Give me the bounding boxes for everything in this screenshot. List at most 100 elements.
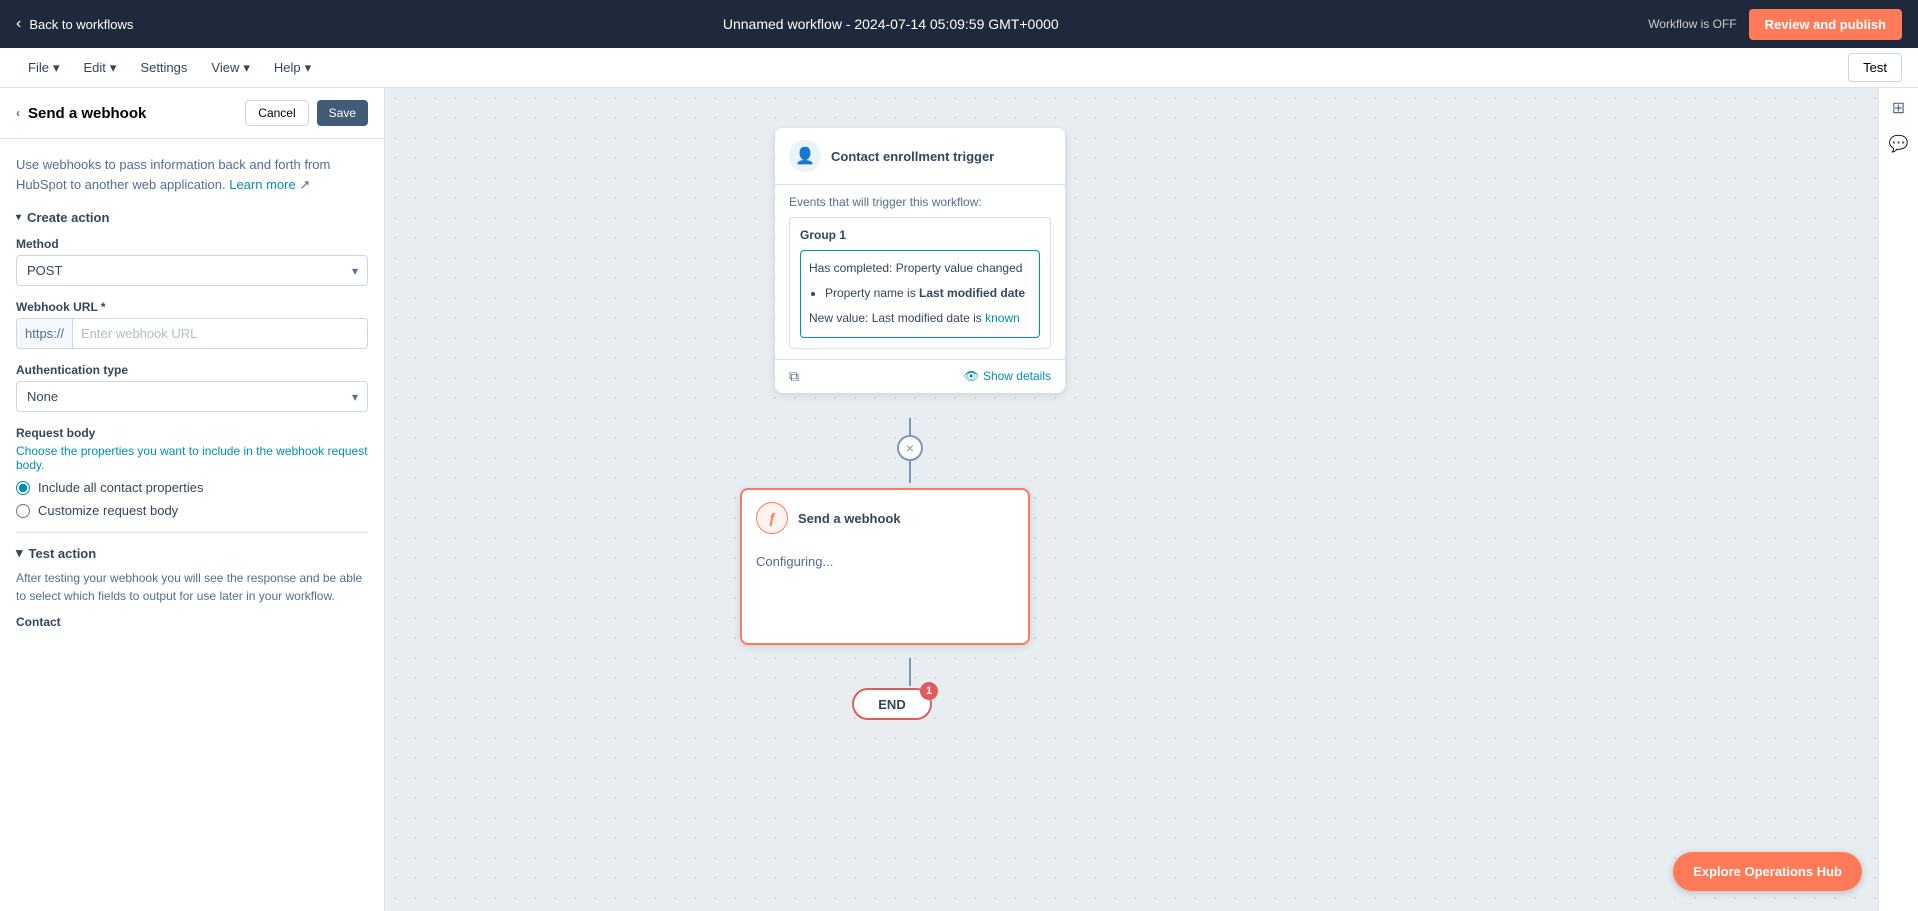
trigger-subtitle: Events that will trigger this workflow: xyxy=(789,195,1051,209)
show-details-button[interactable]: 👁 Show details xyxy=(964,369,1051,383)
help-label: Help xyxy=(274,60,301,75)
back-to-workflows-btn[interactable]: ‹ Back to workflows xyxy=(16,15,133,33)
action-node-body: Configuring... xyxy=(742,546,1028,643)
test-action-label: Test action xyxy=(29,546,97,561)
edit-label: Edit xyxy=(83,60,105,75)
workflow-canvas[interactable]: 👤 Contact enrollment trigger Events that… xyxy=(385,88,1918,911)
new-value-text: New value: Last modified date is known xyxy=(809,309,1031,328)
end-label: END xyxy=(878,697,905,712)
workflow-status: Workflow is OFF xyxy=(1648,17,1736,31)
request-body-label: Request body xyxy=(16,426,368,440)
right-sidebar: ⊞ 💬 xyxy=(1878,88,1918,911)
file-label: File xyxy=(28,60,49,75)
webhook-url-label: Webhook URL * xyxy=(16,300,368,314)
condition-title: Has completed: Property value changed xyxy=(809,259,1031,278)
trigger-node-footer: ⧉ 👁 Show details xyxy=(775,359,1065,393)
trigger-node[interactable]: 👤 Contact enrollment trigger Events that… xyxy=(775,128,1065,393)
panel-chevron-icon: ‹ xyxy=(16,106,20,120)
condition-box: Has completed: Property value changed Pr… xyxy=(800,250,1040,338)
svg-text:×: × xyxy=(906,440,914,456)
action-node-icon: ƒ xyxy=(756,502,788,534)
end-badge: 1 xyxy=(920,682,938,700)
end-node[interactable]: END 1 xyxy=(852,688,932,720)
trigger-node-icon: 👤 xyxy=(789,140,821,172)
trigger-group-box: Group 1 Has completed: Property value ch… xyxy=(789,217,1051,349)
nav-help[interactable]: Help ▾ xyxy=(262,48,323,88)
method-label: Method xyxy=(16,237,368,251)
webhook-url-input[interactable] xyxy=(73,319,367,348)
new-value-label: New value: Last modified date is xyxy=(809,311,985,325)
copy-icon[interactable]: ⧉ xyxy=(789,368,799,385)
view-label: View xyxy=(211,60,239,75)
panel-actions: Cancel Save xyxy=(245,100,368,126)
panel-header: ‹ Send a webhook Cancel Save xyxy=(0,88,384,139)
help-chevron-icon: ▾ xyxy=(305,60,312,76)
auth-type-group: Authentication type None API Key Bearer … xyxy=(16,363,368,412)
request-body-section: Request body Choose the properties you w… xyxy=(16,426,368,518)
test-action-chevron-icon: ▾ xyxy=(16,545,23,561)
configuring-text: Configuring... xyxy=(756,554,1014,569)
nav-file[interactable]: File ▾ xyxy=(16,48,71,88)
grid-icon[interactable]: ⊞ xyxy=(1892,98,1905,118)
method-select[interactable]: POST GET PUT DELETE xyxy=(16,255,368,286)
workflow-title: Unnamed workflow - 2024-07-14 05:09:59 G… xyxy=(723,16,1059,32)
learn-more-link[interactable]: Learn more xyxy=(229,177,295,192)
nav-settings[interactable]: Settings xyxy=(128,48,199,88)
eye-icon: 👁 xyxy=(964,369,979,383)
radio-all-label: Include all contact properties xyxy=(38,480,203,495)
radio-all-properties[interactable]: Include all contact properties xyxy=(16,480,368,495)
radio-customize[interactable]: Customize request body xyxy=(16,503,368,518)
panel-title: ‹ Send a webhook xyxy=(16,105,146,122)
radio-customize-label: Customize request body xyxy=(38,503,178,518)
auth-type-select[interactable]: None API Key Bearer Token xyxy=(16,381,368,412)
panel-title-text: Send a webhook xyxy=(28,105,146,122)
method-select-wrapper: POST GET PUT DELETE ▾ xyxy=(16,255,368,286)
save-button[interactable]: Save xyxy=(317,100,368,126)
condition-key: Property name xyxy=(825,286,904,300)
settings-label: Settings xyxy=(140,60,187,75)
edit-chevron-icon: ▾ xyxy=(110,60,117,76)
show-details-label: Show details xyxy=(983,369,1051,383)
auth-type-select-wrapper: None API Key Bearer Token ▾ xyxy=(16,381,368,412)
trigger-node-body: Events that will trigger this workflow: … xyxy=(775,185,1065,359)
top-nav-right: Workflow is OFF Review and publish xyxy=(1648,9,1902,40)
left-panel: ‹ Send a webhook Cancel Save Use webhook… xyxy=(0,88,385,911)
radio-customize-input[interactable] xyxy=(16,504,30,518)
webhook-url-group: Webhook URL * https:// xyxy=(16,300,368,349)
external-link-icon: ↗ xyxy=(299,177,310,192)
trigger-node-header: 👤 Contact enrollment trigger xyxy=(775,128,1065,185)
group-label: Group 1 xyxy=(800,228,1040,242)
contact-label: Contact xyxy=(16,615,368,629)
condition-item: Property name is Last modified date xyxy=(825,284,1031,303)
chat-icon[interactable]: 💬 xyxy=(1889,134,1909,154)
explore-operations-hub-button[interactable]: Explore Operations Hub xyxy=(1673,852,1862,891)
request-body-desc: Choose the properties you want to includ… xyxy=(16,444,368,472)
nav-edit[interactable]: Edit ▾ xyxy=(71,48,128,88)
test-action-header[interactable]: ▾ Test action xyxy=(16,545,368,561)
panel-scroll: Use webhooks to pass information back an… xyxy=(0,139,384,911)
section-divider xyxy=(16,532,368,533)
create-action-label: Create action xyxy=(27,210,109,225)
auth-type-label: Authentication type xyxy=(16,363,368,377)
create-action-chevron-icon: ▾ xyxy=(16,212,21,223)
radio-all-input[interactable] xyxy=(16,481,30,495)
condition-op: is xyxy=(907,286,919,300)
create-action-section-header[interactable]: ▾ Create action xyxy=(16,210,368,225)
action-node[interactable]: ƒ Send a webhook Configuring... xyxy=(740,488,1030,645)
main-layout: ‹ Send a webhook Cancel Save Use webhook… xyxy=(0,88,1918,911)
webhook-url-input-group: https:// xyxy=(16,318,368,349)
radio-group: Include all contact properties Customize… xyxy=(16,480,368,518)
nav-view[interactable]: View ▾ xyxy=(199,48,261,88)
test-button[interactable]: Test xyxy=(1848,53,1902,82)
back-chevron-icon: ‹ xyxy=(16,15,21,33)
method-group: Method POST GET PUT DELETE ▾ xyxy=(16,237,368,286)
url-prefix: https:// xyxy=(17,319,73,348)
fx-icon: ƒ xyxy=(768,510,776,526)
review-publish-button[interactable]: Review and publish xyxy=(1749,9,1902,40)
top-nav: ‹ Back to workflows Unnamed workflow - 2… xyxy=(0,0,1918,48)
cancel-button[interactable]: Cancel xyxy=(245,100,308,126)
secondary-nav: File ▾ Edit ▾ Settings View ▾ Help ▾ Tes… xyxy=(0,48,1918,88)
action-node-title: Send a webhook xyxy=(798,511,901,526)
back-label: Back to workflows xyxy=(29,17,133,32)
test-description: After testing your webhook you will see … xyxy=(16,569,368,605)
